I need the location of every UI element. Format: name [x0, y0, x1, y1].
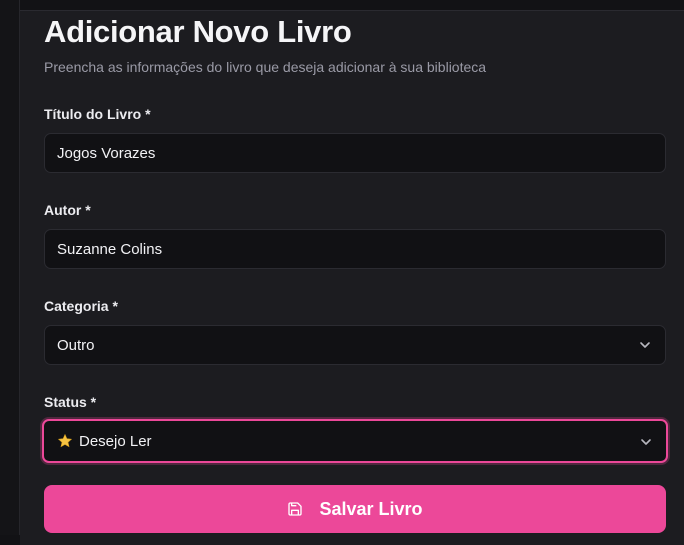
category-label: Categoria *	[44, 298, 118, 314]
sidebar-edge	[0, 0, 20, 535]
book-title-input[interactable]	[57, 144, 665, 162]
save-button-label: Salvar Livro	[319, 498, 423, 519]
category-select[interactable]: Outro	[44, 325, 666, 365]
book-title-label: Título do Livro *	[44, 106, 151, 122]
author-field[interactable]	[44, 229, 666, 269]
form-card	[20, 10, 684, 545]
status-selected-value: Desejo Ler	[79, 432, 152, 450]
chevron-down-icon	[640, 342, 650, 348]
save-book-button[interactable]: Salvar Livro	[44, 485, 666, 533]
chevron-down-icon	[641, 439, 651, 445]
page-title: Adicionar Novo Livro	[44, 14, 352, 49]
star-icon	[57, 433, 73, 448]
page-subtitle: Preencha as informações do livro que des…	[44, 59, 487, 75]
status-select[interactable]: Desejo Ler	[42, 419, 668, 463]
category-selected-value: Outro	[57, 336, 95, 354]
book-title-field[interactable]	[44, 133, 666, 173]
floppy-disk-icon	[288, 502, 303, 516]
status-label: Status *	[44, 394, 97, 410]
author-input[interactable]	[57, 240, 665, 258]
author-label: Autor *	[44, 202, 91, 218]
